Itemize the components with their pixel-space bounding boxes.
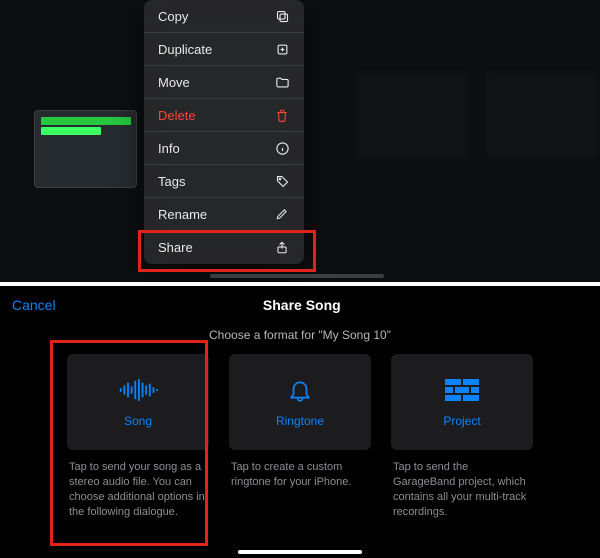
- home-indicator[interactable]: [238, 550, 362, 554]
- song-grid-with-context-menu: Copy Duplicate Move Delete Info: [0, 0, 600, 282]
- track-bar: [41, 117, 131, 125]
- format-options: Song Tap to send your song as a stereo a…: [0, 354, 600, 519]
- bricks-icon: [442, 376, 482, 404]
- menu-item-tags[interactable]: Tags: [144, 165, 304, 198]
- duplicate-icon: [274, 41, 290, 57]
- selected-song-thumbnail[interactable]: [34, 110, 137, 188]
- menu-item-duplicate[interactable]: Duplicate: [144, 33, 304, 66]
- menu-item-label: Move: [158, 75, 274, 90]
- option-column-song: Song Tap to send your song as a stereo a…: [67, 354, 209, 519]
- info-icon: [274, 140, 290, 156]
- sheet-nav-bar: Cancel Share Song: [0, 290, 600, 320]
- option-name: Project: [443, 414, 480, 428]
- option-card-song[interactable]: Song: [67, 354, 209, 450]
- option-desc: Tap to create a custom ringtone for your…: [231, 460, 369, 490]
- option-column-ringtone: Ringtone Tap to create a custom ringtone…: [229, 354, 371, 519]
- menu-item-label: Copy: [158, 9, 274, 24]
- trash-icon: [274, 107, 290, 123]
- option-name: Song: [124, 414, 152, 428]
- share-song-sheet: Cancel Share Song Choose a format for "M…: [0, 286, 600, 558]
- option-desc: Tap to send your song as a stereo audio …: [69, 460, 207, 519]
- menu-item-label: Duplicate: [158, 42, 274, 57]
- scroll-indicator: [210, 274, 384, 278]
- menu-item-share[interactable]: Share: [144, 231, 304, 264]
- menu-item-rename[interactable]: Rename: [144, 198, 304, 231]
- context-menu: Copy Duplicate Move Delete Info: [144, 0, 304, 264]
- copy-icon: [274, 8, 290, 24]
- sheet-subtitle: Choose a format for "My Song 10": [0, 328, 600, 342]
- option-desc: Tap to send the GarageBand project, whic…: [393, 460, 531, 519]
- menu-item-label: Rename: [158, 207, 274, 222]
- tag-icon: [274, 173, 290, 189]
- menu-item-label: Delete: [158, 108, 274, 123]
- bell-icon: [280, 376, 320, 404]
- sheet-title: Share Song: [16, 297, 588, 313]
- share-icon: [274, 240, 290, 256]
- menu-item-label: Info: [158, 141, 274, 156]
- menu-item-info[interactable]: Info: [144, 132, 304, 165]
- ghost-thumbnail: [356, 72, 468, 158]
- ghost-thumbnail: [486, 72, 598, 158]
- option-card-ringtone[interactable]: Ringtone: [229, 354, 371, 450]
- menu-item-label: Share: [158, 240, 274, 255]
- waveform-icon: [118, 376, 158, 404]
- track-bar: [41, 127, 101, 135]
- menu-item-delete[interactable]: Delete: [144, 99, 304, 132]
- menu-item-copy[interactable]: Copy: [144, 0, 304, 33]
- option-name: Ringtone: [276, 414, 324, 428]
- folder-icon: [274, 74, 290, 90]
- menu-item-label: Tags: [158, 174, 274, 189]
- option-card-project[interactable]: Project: [391, 354, 533, 450]
- menu-item-move[interactable]: Move: [144, 66, 304, 99]
- option-column-project: Project Tap to send the GarageBand proje…: [391, 354, 533, 519]
- pencil-icon: [274, 206, 290, 222]
